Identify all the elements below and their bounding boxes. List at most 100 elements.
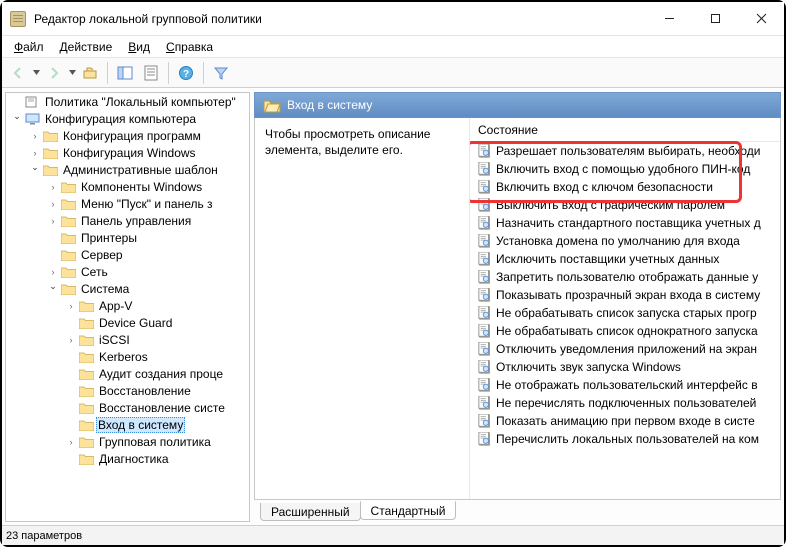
folder-icon (78, 384, 94, 398)
tree-item[interactable]: › Конфигурация программ (6, 127, 249, 144)
policy-label: Включить вход с помощью удобного ПИН-код (496, 162, 750, 176)
collapse-icon[interactable]: ⌄ (46, 281, 60, 292)
tree-label[interactable]: Конфигурация Windows (61, 146, 198, 160)
collapse-icon[interactable]: ⌄ (28, 162, 42, 173)
policy-item[interactable]: Не перечислять подключенных пользователе… (470, 394, 780, 412)
tree-label[interactable]: Система (79, 282, 131, 296)
policy-item[interactable]: Установка домена по умолчанию для входа (470, 232, 780, 250)
expand-icon[interactable]: › (46, 199, 60, 209)
tree-label[interactable]: Административные шаблон (61, 163, 220, 177)
tree-item[interactable]: Политика "Локальный компьютер" (6, 93, 249, 110)
forward-dropdown[interactable] (68, 69, 76, 76)
back-dropdown[interactable] (32, 69, 40, 76)
tree-item[interactable]: Диагностика (6, 450, 249, 467)
expand-icon[interactable]: › (64, 437, 78, 447)
tree-item[interactable]: ⌄ Система (6, 280, 249, 297)
tree-label[interactable]: Меню "Пуск" и панель з (79, 197, 215, 211)
policy-item[interactable]: Выключить вход с графическим паролем (470, 196, 780, 214)
tree-item[interactable]: › Панель управления (6, 212, 249, 229)
maximize-button[interactable] (692, 2, 738, 36)
tree-item[interactable]: Аудит создания проце (6, 365, 249, 382)
policy-item[interactable]: Показать анимацию при первом входе в сис… (470, 412, 780, 430)
tree-item[interactable]: › Меню "Пуск" и панель з (6, 195, 249, 212)
tree-item[interactable]: ⌄ Конфигурация компьютера (6, 110, 249, 127)
tree-label[interactable]: iSCSI (97, 333, 132, 347)
folder-icon (60, 282, 76, 296)
tree-item[interactable]: Восстановление систе (6, 399, 249, 416)
expand-icon[interactable]: › (46, 216, 60, 226)
tree-item[interactable]: › Конфигурация Windows (6, 144, 249, 161)
tree-label[interactable]: Device Guard (97, 316, 174, 330)
expand-icon[interactable]: › (64, 301, 78, 311)
tab-extended[interactable]: Расширенный (260, 503, 361, 521)
tree-label[interactable]: Сервер (79, 248, 125, 262)
tree-label[interactable]: Компоненты Windows (79, 180, 204, 194)
expand-icon[interactable]: › (64, 335, 78, 345)
expand-icon[interactable]: › (46, 267, 60, 277)
policy-item[interactable]: Включить вход с ключом безопасности (470, 178, 780, 196)
tree-label[interactable]: Восстановление (97, 384, 193, 398)
expand-icon[interactable]: › (46, 182, 60, 192)
tree-label[interactable]: Восстановление систе (97, 401, 227, 415)
tree-label[interactable]: Принтеры (79, 231, 139, 245)
tree-label[interactable]: App-V (97, 299, 134, 313)
tree-item[interactable]: Device Guard (6, 314, 249, 331)
tree-item[interactable]: Восстановление (6, 382, 249, 399)
tree-label[interactable]: Политика "Локальный компьютер" (43, 95, 238, 109)
properties-button[interactable] (139, 61, 163, 85)
show-hide-tree-button[interactable] (113, 61, 137, 85)
policy-item[interactable]: Запретить пользователю отображать данные… (470, 268, 780, 286)
tree-label[interactable]: Панель управления (79, 214, 193, 228)
menu-вид[interactable]: Вид (120, 38, 158, 56)
collapse-icon[interactable]: ⌄ (10, 111, 24, 122)
menu-действие[interactable]: Действие (52, 38, 121, 56)
tree-label[interactable]: Конфигурация компьютера (43, 112, 198, 126)
back-button[interactable] (6, 61, 30, 85)
policy-list[interactable]: Разрешает пользователям выбирать, необхо… (470, 142, 780, 499)
tree-item[interactable]: › Компоненты Windows (6, 178, 249, 195)
tree-label[interactable]: Сеть (79, 265, 110, 279)
tree-item[interactable]: › App-V (6, 297, 249, 314)
tree-item[interactable]: Сервер (6, 246, 249, 263)
tree-label[interactable]: Групповая политика (97, 435, 213, 449)
column-header[interactable]: Состояние (470, 118, 780, 142)
up-button[interactable] (78, 61, 102, 85)
minimize-button[interactable] (646, 2, 692, 36)
tree-item[interactable]: › Сеть (6, 263, 249, 280)
help-button[interactable]: ? (174, 61, 198, 85)
tree-label[interactable]: Аудит создания проце (97, 367, 225, 381)
tree-item[interactable]: › Групповая политика (6, 433, 249, 450)
policy-setting-icon (478, 342, 492, 356)
policy-item[interactable]: Не отображать пользовательский интерфейс… (470, 376, 780, 394)
tree-label[interactable]: Конфигурация программ (61, 129, 203, 143)
tab-standard[interactable]: Стандартный (360, 501, 457, 520)
tree-item[interactable]: Вход в систему (6, 416, 249, 433)
policy-item[interactable]: Отключить звук запуска Windows (470, 358, 780, 376)
tree-label[interactable]: Kerberos (97, 350, 150, 364)
tree-label[interactable]: Диагностика (97, 452, 171, 466)
tree-item[interactable]: ⌄ Административные шаблон (6, 161, 249, 178)
policy-item[interactable]: Включить вход с помощью удобного ПИН-код (470, 160, 780, 178)
policy-item[interactable]: Показывать прозрачный экран входа в сист… (470, 286, 780, 304)
policy-item[interactable]: Перечислить локальных пользователей на к… (470, 430, 780, 448)
policy-item[interactable]: Не обрабатывать список однократного запу… (470, 322, 780, 340)
tree-item[interactable]: Принтеры (6, 229, 249, 246)
close-button[interactable] (738, 2, 784, 36)
expand-icon[interactable]: › (28, 148, 42, 158)
expand-icon[interactable]: › (28, 131, 42, 141)
menu-файл[interactable]: Файл (6, 38, 52, 56)
tree-label[interactable]: Вход в систему (96, 417, 185, 433)
tree-item[interactable]: › iSCSI (6, 331, 249, 348)
policy-item[interactable]: Разрешает пользователям выбирать, необхо… (470, 142, 780, 160)
tree-pane[interactable]: Политика "Локальный компьютер" ⌄ Конфигура… (5, 92, 250, 522)
menu-справка[interactable]: Справка (158, 38, 221, 56)
forward-button[interactable] (42, 61, 66, 85)
filter-button[interactable] (209, 61, 233, 85)
policy-item[interactable]: Не обрабатывать список запуска старых пр… (470, 304, 780, 322)
window-title: Редактор локальной групповой политики (34, 12, 646, 26)
policy-item[interactable]: Отключить уведомления приложений на экра… (470, 340, 780, 358)
policy-item[interactable]: Назначить стандартного поставщика учетны… (470, 214, 780, 232)
folder-icon (78, 350, 94, 364)
tree-item[interactable]: Kerberos (6, 348, 249, 365)
policy-item[interactable]: Исключить поставщики учетных данных (470, 250, 780, 268)
